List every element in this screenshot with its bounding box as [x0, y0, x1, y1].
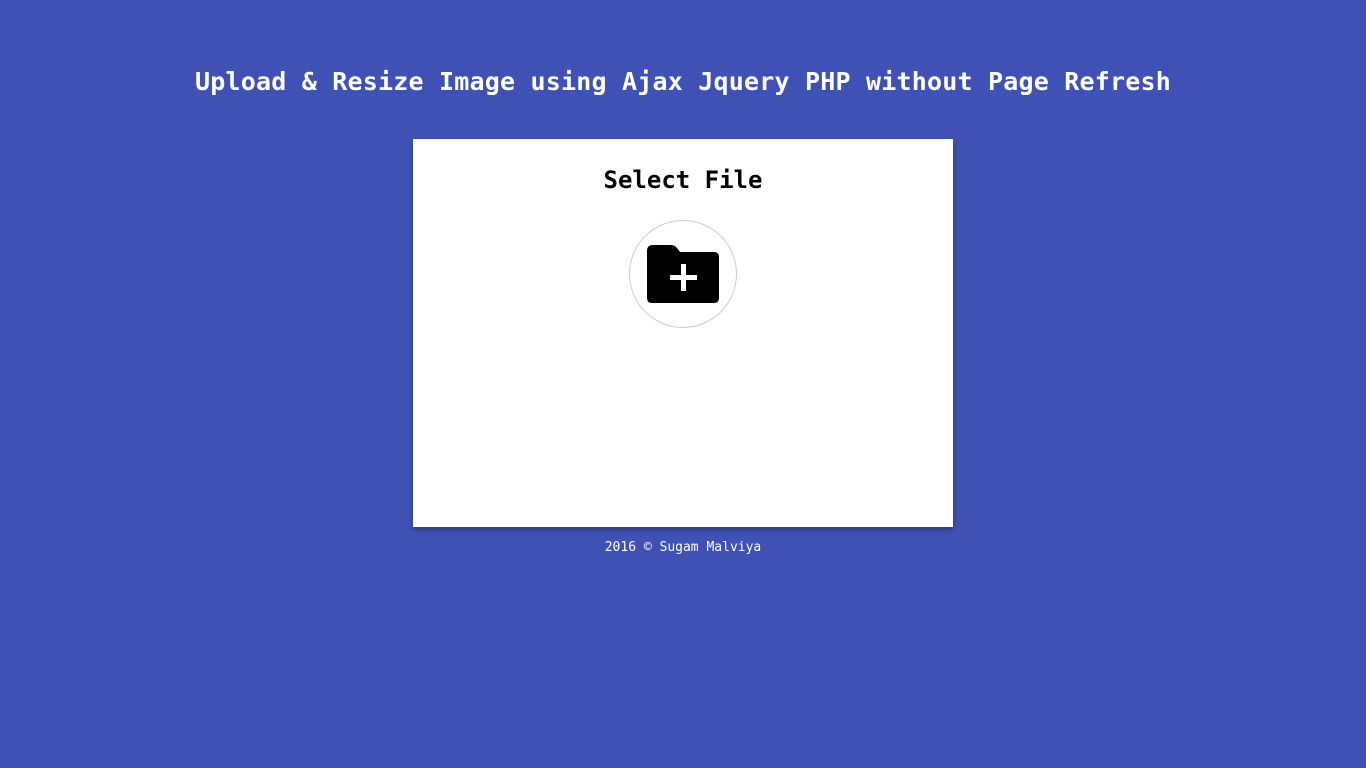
- footer-copyright: 2016 © Sugam Malviya: [604, 540, 762, 555]
- folder-plus-icon: [647, 245, 719, 303]
- select-file-heading: Select File: [603, 166, 763, 194]
- page-title: Upload & Resize Image using Ajax Jquery …: [194, 67, 1172, 96]
- select-file-button[interactable]: [629, 220, 737, 328]
- upload-card: Select File: [413, 139, 953, 527]
